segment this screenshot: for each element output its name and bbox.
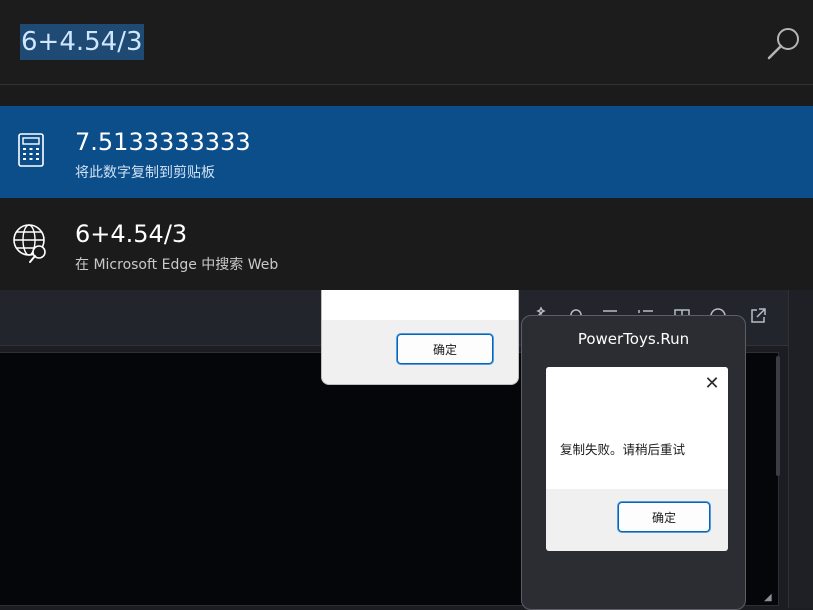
error-window-title: PowerToys.Run — [577, 330, 690, 348]
resize-grip-icon[interactable]: ◢ — [764, 592, 774, 603]
result-subtitle: 将此数字复制到剪贴板 — [75, 165, 215, 181]
result-item-calculator[interactable]: 7.5133333333 将此数字复制到剪贴板 — [0, 106, 813, 198]
globe-search-icon — [13, 224, 46, 263]
terminal-scrollbar[interactable] — [776, 356, 780, 476]
calculator-icon — [18, 133, 44, 167]
error-ok-button[interactable]: 确定 — [618, 502, 710, 532]
result-title: 7.5133333333 — [75, 128, 251, 156]
powertoys-run-launcher: 6+4.54/3 7.5133333333 将此数字复制到剪贴板 6+4.54/ — [0, 0, 813, 290]
powertoys-run-error-window: PowerToys.Run ✕ 复制失败。请稍后重试 确定 — [521, 315, 746, 610]
error-message-body — [546, 367, 728, 489]
share-icon[interactable] — [748, 306, 768, 326]
background-dialog: 确定 — [321, 288, 519, 385]
background-dialog-body — [322, 288, 518, 320]
result-title: 6+4.54/3 — [75, 220, 188, 248]
error-message-box: ✕ 复制失败。请稍后重试 确定 — [546, 367, 728, 551]
search-bar[interactable]: 6+4.54/3 — [0, 0, 813, 85]
search-input[interactable]: 6+4.54/3 — [20, 24, 144, 60]
background-dialog-ok-button[interactable]: 确定 — [397, 334, 493, 364]
close-icon[interactable]: ✕ — [702, 373, 722, 394]
result-item-web-search[interactable]: 6+4.54/3 在 Microsoft Edge 中搜索 Web — [0, 198, 813, 290]
error-message-text: 复制失败。请稍后重试 — [560, 442, 686, 457]
search-icon[interactable] — [766, 24, 804, 62]
result-subtitle: 在 Microsoft Edge 中搜索 Web — [75, 257, 279, 273]
